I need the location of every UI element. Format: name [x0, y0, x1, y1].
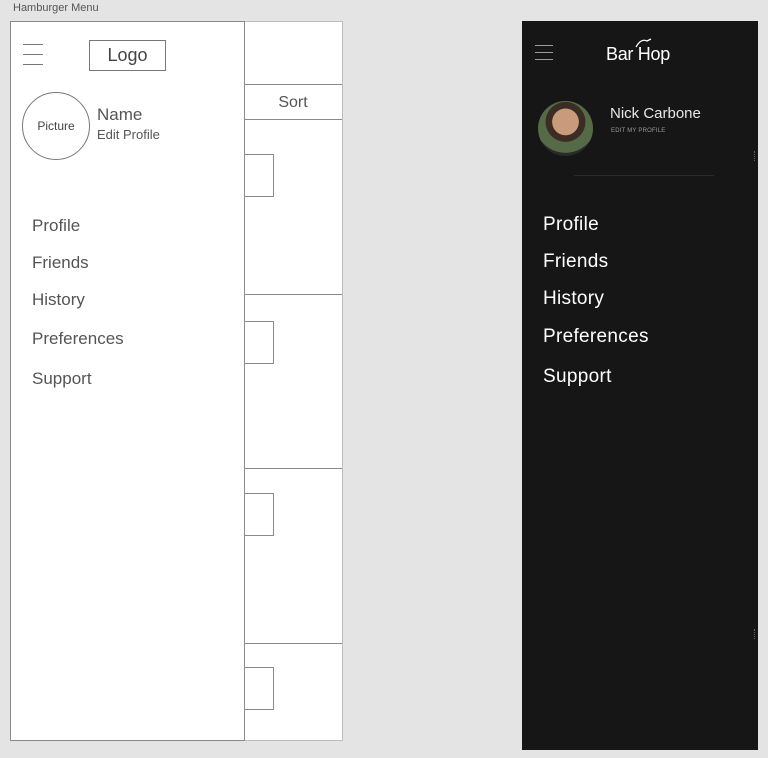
- hamburger-menu-icon[interactable]: [23, 44, 43, 66]
- edit-profile-link[interactable]: EDIT MY PROFILE: [611, 128, 665, 134]
- brand-logo: Bar Hop: [606, 38, 670, 65]
- divider: [574, 175, 714, 176]
- menu-item-support[interactable]: Support: [543, 366, 612, 388]
- menu-item-profile[interactable]: Profile: [543, 214, 599, 236]
- wireframe-drawer: Logo Picture Name Edit Profile Profile F…: [10, 21, 245, 741]
- edge-marker: [754, 151, 757, 161]
- edge-marker: [754, 629, 757, 639]
- list-separator: [244, 468, 342, 469]
- list-item-thumbnail[interactable]: [244, 493, 274, 536]
- dark-drawer: Bar Hop Nick Carbone EDIT MY PROFILE Pro…: [522, 21, 758, 750]
- wireframe-content-area: [244, 21, 343, 741]
- menu-item-preferences[interactable]: Preferences: [543, 326, 649, 348]
- list-item-thumbnail[interactable]: [244, 667, 274, 710]
- profile-picture-placeholder[interactable]: Picture: [22, 92, 90, 160]
- logo-placeholder: Logo: [89, 40, 166, 71]
- menu-item-friends[interactable]: Friends: [543, 251, 608, 273]
- menu-item-friends[interactable]: Friends: [32, 253, 89, 273]
- profile-name: Name: [97, 105, 143, 124]
- user-name: Nick Carbone: [610, 105, 701, 122]
- sort-button[interactable]: Sort: [244, 84, 342, 120]
- menu-item-support[interactable]: Support: [32, 369, 92, 389]
- menu-item-history[interactable]: History: [32, 290, 85, 310]
- list-item-thumbnail[interactable]: [244, 321, 274, 364]
- menu-item-history[interactable]: History: [543, 288, 604, 310]
- avatar[interactable]: [538, 101, 593, 156]
- list-separator: [244, 294, 342, 295]
- edit-profile-link[interactable]: Edit Profile: [97, 127, 160, 142]
- logo-arc-icon: [635, 38, 652, 48]
- list-separator: [244, 643, 342, 644]
- menu-item-profile[interactable]: Profile: [32, 216, 80, 236]
- frame-title: Hamburger Menu: [13, 2, 99, 14]
- menu-item-preferences[interactable]: Preferences: [32, 329, 124, 349]
- list-item-thumbnail[interactable]: [244, 154, 274, 197]
- hamburger-menu-icon[interactable]: [535, 45, 553, 63]
